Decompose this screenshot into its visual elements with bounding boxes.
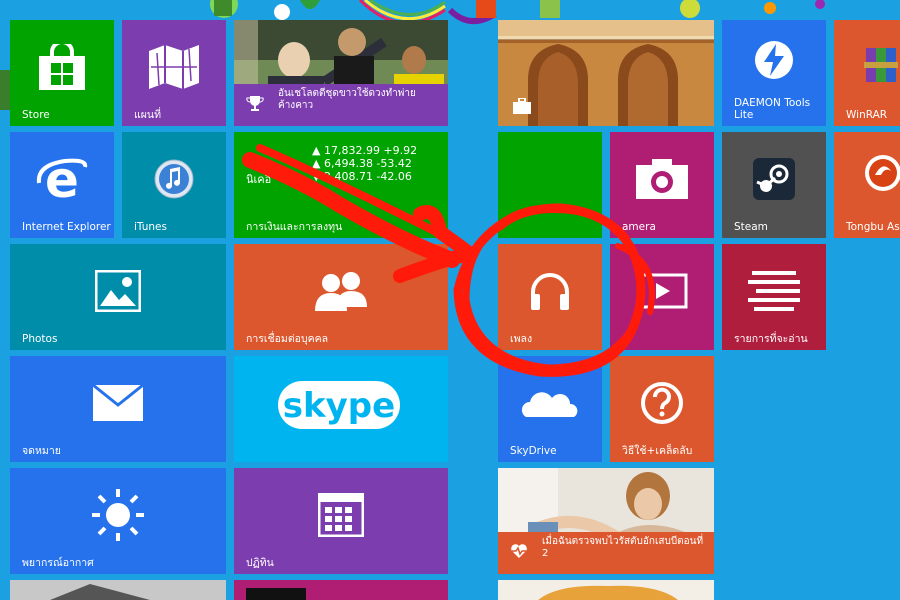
tile-photos[interactable]: Photos — [10, 244, 226, 350]
tile-green-empty[interactable] — [498, 132, 602, 238]
tile-label: Store — [22, 109, 50, 121]
tile-label: พยากรณ์อากาศ — [22, 557, 94, 569]
tile-health[interactable]: เมื่อฉันตรวจพบไวรัสตับอักเสบบีตอนที่ 2 — [498, 468, 714, 574]
tile-internet-explorer[interactable]: e Internet Explorer — [10, 132, 114, 238]
lightning-icon — [754, 40, 794, 84]
reading-list-icon — [748, 270, 800, 315]
tile-label: ปฏิทิน — [246, 557, 274, 569]
trophy-icon — [246, 94, 264, 116]
tile-help[interactable]: วิธีใช้+เคล็ดลับ — [610, 356, 714, 462]
tile-reading-list[interactable]: รายการที่จะอ่าน — [722, 244, 826, 350]
tile-travel[interactable] — [498, 20, 714, 126]
headphones-icon — [528, 270, 572, 316]
tile-label: การเงินและการลงทุน — [246, 221, 343, 233]
tile-sports-news[interactable]: อันเชโลตตีชุดขาวใช้ดวงทำพ่ายค้างคาว — [234, 20, 448, 126]
tile-partial-photo[interactable] — [10, 580, 226, 600]
finance-values: ▲ 17,832.99 +9.92 ▲ 6,494.38 -53.42 ▼ 2,… — [312, 144, 417, 183]
sports-caption-text: อันเชโลตตีชุดขาวใช้ดวงทำพ่ายค้างคาว — [278, 88, 416, 111]
tile-label: เพลง — [510, 333, 533, 345]
tile-steam[interactable]: Steam — [722, 132, 826, 238]
steam-icon — [753, 157, 795, 204]
ie-icon: e — [35, 151, 89, 209]
tile-maps[interactable]: แผนที่ — [122, 20, 226, 126]
finance-row: ▲ 6,494.38 -53.42 — [312, 157, 412, 170]
tile-label: iTunes — [134, 221, 167, 233]
tile-label: รายการที่จะอ่าน — [734, 333, 808, 345]
itunes-icon — [154, 159, 194, 203]
tile-store[interactable]: Store — [10, 20, 114, 126]
sports-caption: อันเชโลตตีชุดขาวใช้ดวงทำพ่ายค้างคาว — [234, 84, 448, 126]
tile-label: SkyDrive — [510, 445, 557, 457]
tile-label: วิธีใช้+เคล็ดลับ — [622, 445, 693, 457]
tile-label: แผนที่ — [134, 109, 162, 121]
tile-label: Tongbu Ass — [846, 221, 900, 233]
tongbu-icon — [864, 154, 900, 196]
finance-row: ▲ 17,832.99 +9.92 — [312, 144, 418, 157]
cloud-icon — [520, 387, 580, 423]
calendar-icon — [317, 492, 365, 541]
suitcase-icon — [512, 97, 532, 118]
tile-label: DAEMON Tools Lite — [734, 97, 811, 121]
tile-finance[interactable]: ▲ 17,832.99 +9.92 ▲ 6,494.38 -53.42 ▼ 2,… — [234, 132, 448, 238]
tile-tongbu[interactable]: Tongbu Ass — [834, 132, 900, 238]
tile-weather[interactable]: พยากรณ์อากาศ — [10, 468, 226, 574]
sun-icon — [90, 487, 146, 547]
tile-people[interactable]: การเชื่อมต่อบุคคล — [234, 244, 448, 350]
tile-label: จดหมาย — [22, 445, 61, 457]
left-edge-decoration — [0, 70, 10, 110]
tile-daemon-tools[interactable]: DAEMON Tools Lite — [722, 20, 826, 126]
tile-skydrive[interactable]: SkyDrive — [498, 356, 602, 462]
tile-partial-food[interactable] — [498, 580, 714, 600]
tile-winrar[interactable]: WinRAR — [834, 20, 900, 126]
tile-skype[interactable]: skype — [234, 356, 448, 462]
books-icon — [864, 46, 898, 88]
tile-label: WinRAR — [846, 109, 888, 121]
people-icon — [311, 271, 371, 315]
question-icon — [640, 381, 684, 429]
tile-label: Photos — [22, 333, 58, 345]
finance-index-label: นิเคอิ — [246, 173, 272, 186]
tile-video[interactable] — [610, 244, 714, 350]
finance-row: ▼ 2,408.71 -42.06 — [312, 170, 412, 183]
svg-text:skype: skype — [283, 386, 395, 426]
photo-icon — [94, 269, 142, 316]
tile-camera[interactable]: amera — [610, 132, 714, 238]
partial-thumbnail — [246, 588, 306, 600]
partial-photo — [538, 585, 678, 600]
tile-partial-news[interactable] — [234, 580, 448, 600]
tile-label: Steam — [734, 221, 768, 233]
tile-label: Internet Explorer — [22, 221, 111, 233]
shopping-bag-icon — [37, 39, 87, 94]
map-icon — [147, 44, 201, 93]
video-icon — [636, 273, 688, 313]
tile-music[interactable]: เพลง — [498, 244, 602, 350]
tile-calendar[interactable]: ปฏิทิน — [234, 468, 448, 574]
partial-photo — [50, 584, 150, 600]
heart-pulse-icon — [510, 543, 528, 563]
health-caption-text: เมื่อฉันตรวจพบไวรัสตับอักเสบบีตอนที่ 2 — [542, 536, 704, 559]
tile-mail[interactable]: จดหมาย — [10, 356, 226, 462]
health-caption: เมื่อฉันตรวจพบไวรัสตับอักเสบบีตอนที่ 2 — [498, 532, 714, 574]
tile-label: amera — [622, 221, 656, 233]
skype-logo: skype — [276, 377, 406, 437]
tile-itunes[interactable]: iTunes — [122, 132, 226, 238]
camera-icon — [636, 158, 688, 203]
mail-icon — [92, 383, 144, 425]
tile-label: การเชื่อมต่อบุคคล — [246, 333, 329, 345]
